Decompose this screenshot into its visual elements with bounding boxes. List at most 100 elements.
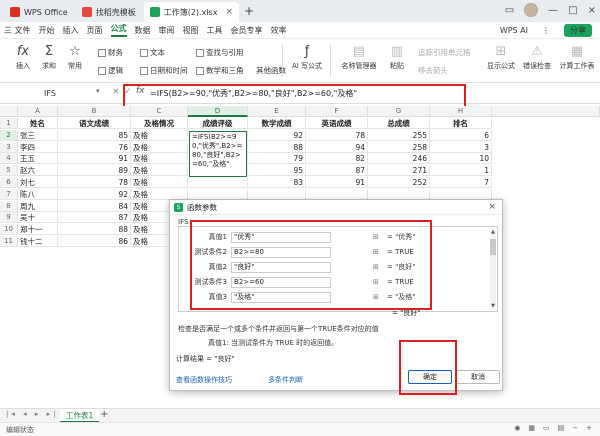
sheet-tab-1[interactable]: 工作表1 [60,409,100,423]
more-icon[interactable]: ⋮ [542,26,550,35]
trace-precedents-button[interactable]: 追踪引用单元格 [418,47,471,58]
table-cell[interactable]: 刘七 [18,177,58,188]
table-cell[interactable]: 郑十一 [18,224,58,236]
tab-workbook[interactable]: 工作簿(2).xlsx × [143,2,239,22]
column-header-g[interactable]: G [368,106,430,117]
table-cell[interactable]: 86 [58,236,131,247]
new-tab-button[interactable]: + [241,4,257,18]
tile-icon[interactable]: ▭ [505,5,514,16]
logic-button[interactable]: 逻辑 [98,65,123,76]
ai-formula-button[interactable]: ƒ AI 写公式 [290,43,324,71]
column-header-f[interactable]: F [306,106,368,117]
table-cell[interactable]: 85 [58,129,131,141]
table-cell[interactable]: 91 [306,177,368,188]
show-formulas-button[interactable]: ⊞ 显示公式 [486,43,516,71]
table-cell[interactable]: 7 [430,177,492,188]
zoom-in-icon[interactable]: + [586,424,592,432]
column-header-empty[interactable] [492,106,600,117]
table-cell[interactable]: 及格 [131,177,188,188]
table-cell[interactable]: 88 [248,141,306,153]
column-header-d[interactable]: D [188,106,248,117]
table-cell[interactable]: 95 [248,165,306,177]
error-check-button[interactable]: ⚠ 错误检查 [522,43,552,71]
table-cell[interactable]: 张三 [18,129,58,141]
row-header[interactable]: 7 [0,188,18,200]
cancel-icon[interactable]: × [112,87,120,97]
row-header[interactable]: 10 [0,224,18,236]
table-cell[interactable]: 吴十 [18,212,58,224]
column-header-c[interactable]: C [131,106,188,117]
header-cell[interactable]: 成绩评级 [188,118,248,129]
page-view-icon[interactable]: ▭ [543,424,550,432]
tab-template[interactable]: 找稻壳模板 [76,2,142,22]
eye-icon[interactable]: ◉ [514,424,520,432]
close-icon[interactable]: × [488,202,496,212]
table-cell[interactable]: 及格 [131,153,188,165]
header-cell[interactable]: 总成绩 [368,118,430,129]
menu-page[interactable]: 页面 [87,25,103,36]
menu-view[interactable]: 视图 [183,25,199,36]
header-cell[interactable]: 姓名 [18,118,58,129]
table-cell[interactable] [188,177,248,188]
table-cell[interactable]: 78 [306,129,368,141]
finance-button[interactable]: 财务 [98,47,123,58]
table-cell[interactable]: 89 [58,165,131,177]
table-cell[interactable]: 92 [248,129,306,141]
row-header[interactable]: 9 [0,212,18,224]
name-box[interactable]: IFS [6,87,94,101]
chevron-down-icon[interactable]: ▾ [96,87,100,95]
remove-arrows-button[interactable]: 移去箭头 [418,65,448,76]
close-tab-icon[interactable]: × [225,7,233,17]
table-cell[interactable]: 252 [368,177,430,188]
function-tips-link[interactable]: 查看函数操作技巧 [176,375,232,385]
cancel-button[interactable]: 取消 [456,370,500,384]
row-header[interactable]: 2 [0,129,18,141]
header-cell[interactable]: 英语成绩 [306,118,368,129]
scroll-up-icon[interactable]: ▲ [490,229,496,235]
row-header[interactable]: 11 [0,236,18,247]
datetime-button[interactable]: 日期和时间 [140,65,188,76]
mathtrig-button[interactable]: 数学和三角 [196,65,244,76]
scroll-thumb[interactable] [490,239,496,255]
zoom-out-icon[interactable]: − [572,424,578,432]
multi-condition-link[interactable]: 多条件判断 [268,375,303,385]
column-header-b[interactable]: B [58,106,131,117]
table-cell[interactable]: 255 [368,129,430,141]
editing-cell-d2[interactable]: =IFS(B2>=90,"优秀",B2>=80,"良好",B2>=60,"及格" [189,131,247,177]
table-cell[interactable]: 赵六 [18,165,58,177]
add-sheet-button[interactable]: + [100,409,108,420]
menu-formula[interactable]: 公式 [110,23,127,37]
column-header-h[interactable]: H [430,106,492,117]
header-cell[interactable]: 排名 [430,118,492,129]
table-cell[interactable]: 84 [58,200,131,212]
menu-insert[interactable]: 插入 [63,25,79,36]
menu-data[interactable]: 数据 [135,25,151,36]
table-cell[interactable]: 271 [368,165,430,177]
wps-ai-button[interactable]: WPS AI [500,26,528,35]
table-cell[interactable]: 92 [58,188,131,200]
column-header-e[interactable]: E [248,106,306,117]
column-header-a[interactable]: A [18,106,58,117]
menu-member[interactable]: 会员专享 [231,25,263,36]
name-manager-button[interactable]: ▤ 名称管理器 [340,43,378,71]
row-header[interactable]: 8 [0,200,18,212]
normal-view-icon[interactable]: ▦ [528,424,535,432]
scroll-down-icon[interactable]: ▼ [490,303,496,309]
table-cell[interactable]: 及格 [131,165,188,177]
table-cell[interactable]: 82 [306,153,368,165]
sum-button[interactable]: Σ 求和 [36,43,62,71]
header-cell[interactable]: 语文成绩 [58,118,131,129]
table-cell[interactable]: 钱十二 [18,236,58,247]
table-cell[interactable]: 88 [58,224,131,236]
paste-name-button[interactable]: ▥ 粘贴 [384,43,410,71]
minimize-icon[interactable]: — [548,5,558,16]
table-cell[interactable]: 87 [58,212,131,224]
table-cell[interactable]: 83 [248,177,306,188]
menu-home[interactable]: 开始 [39,25,55,36]
table-cell[interactable]: 79 [248,153,306,165]
table-cell[interactable]: 258 [368,141,430,153]
table-cell[interactable]: 94 [306,141,368,153]
header-cell[interactable]: 及格情况 [131,118,188,129]
row-header[interactable]: 3 [0,141,18,153]
common-functions-button[interactable]: ☆ 常用 [62,43,88,71]
